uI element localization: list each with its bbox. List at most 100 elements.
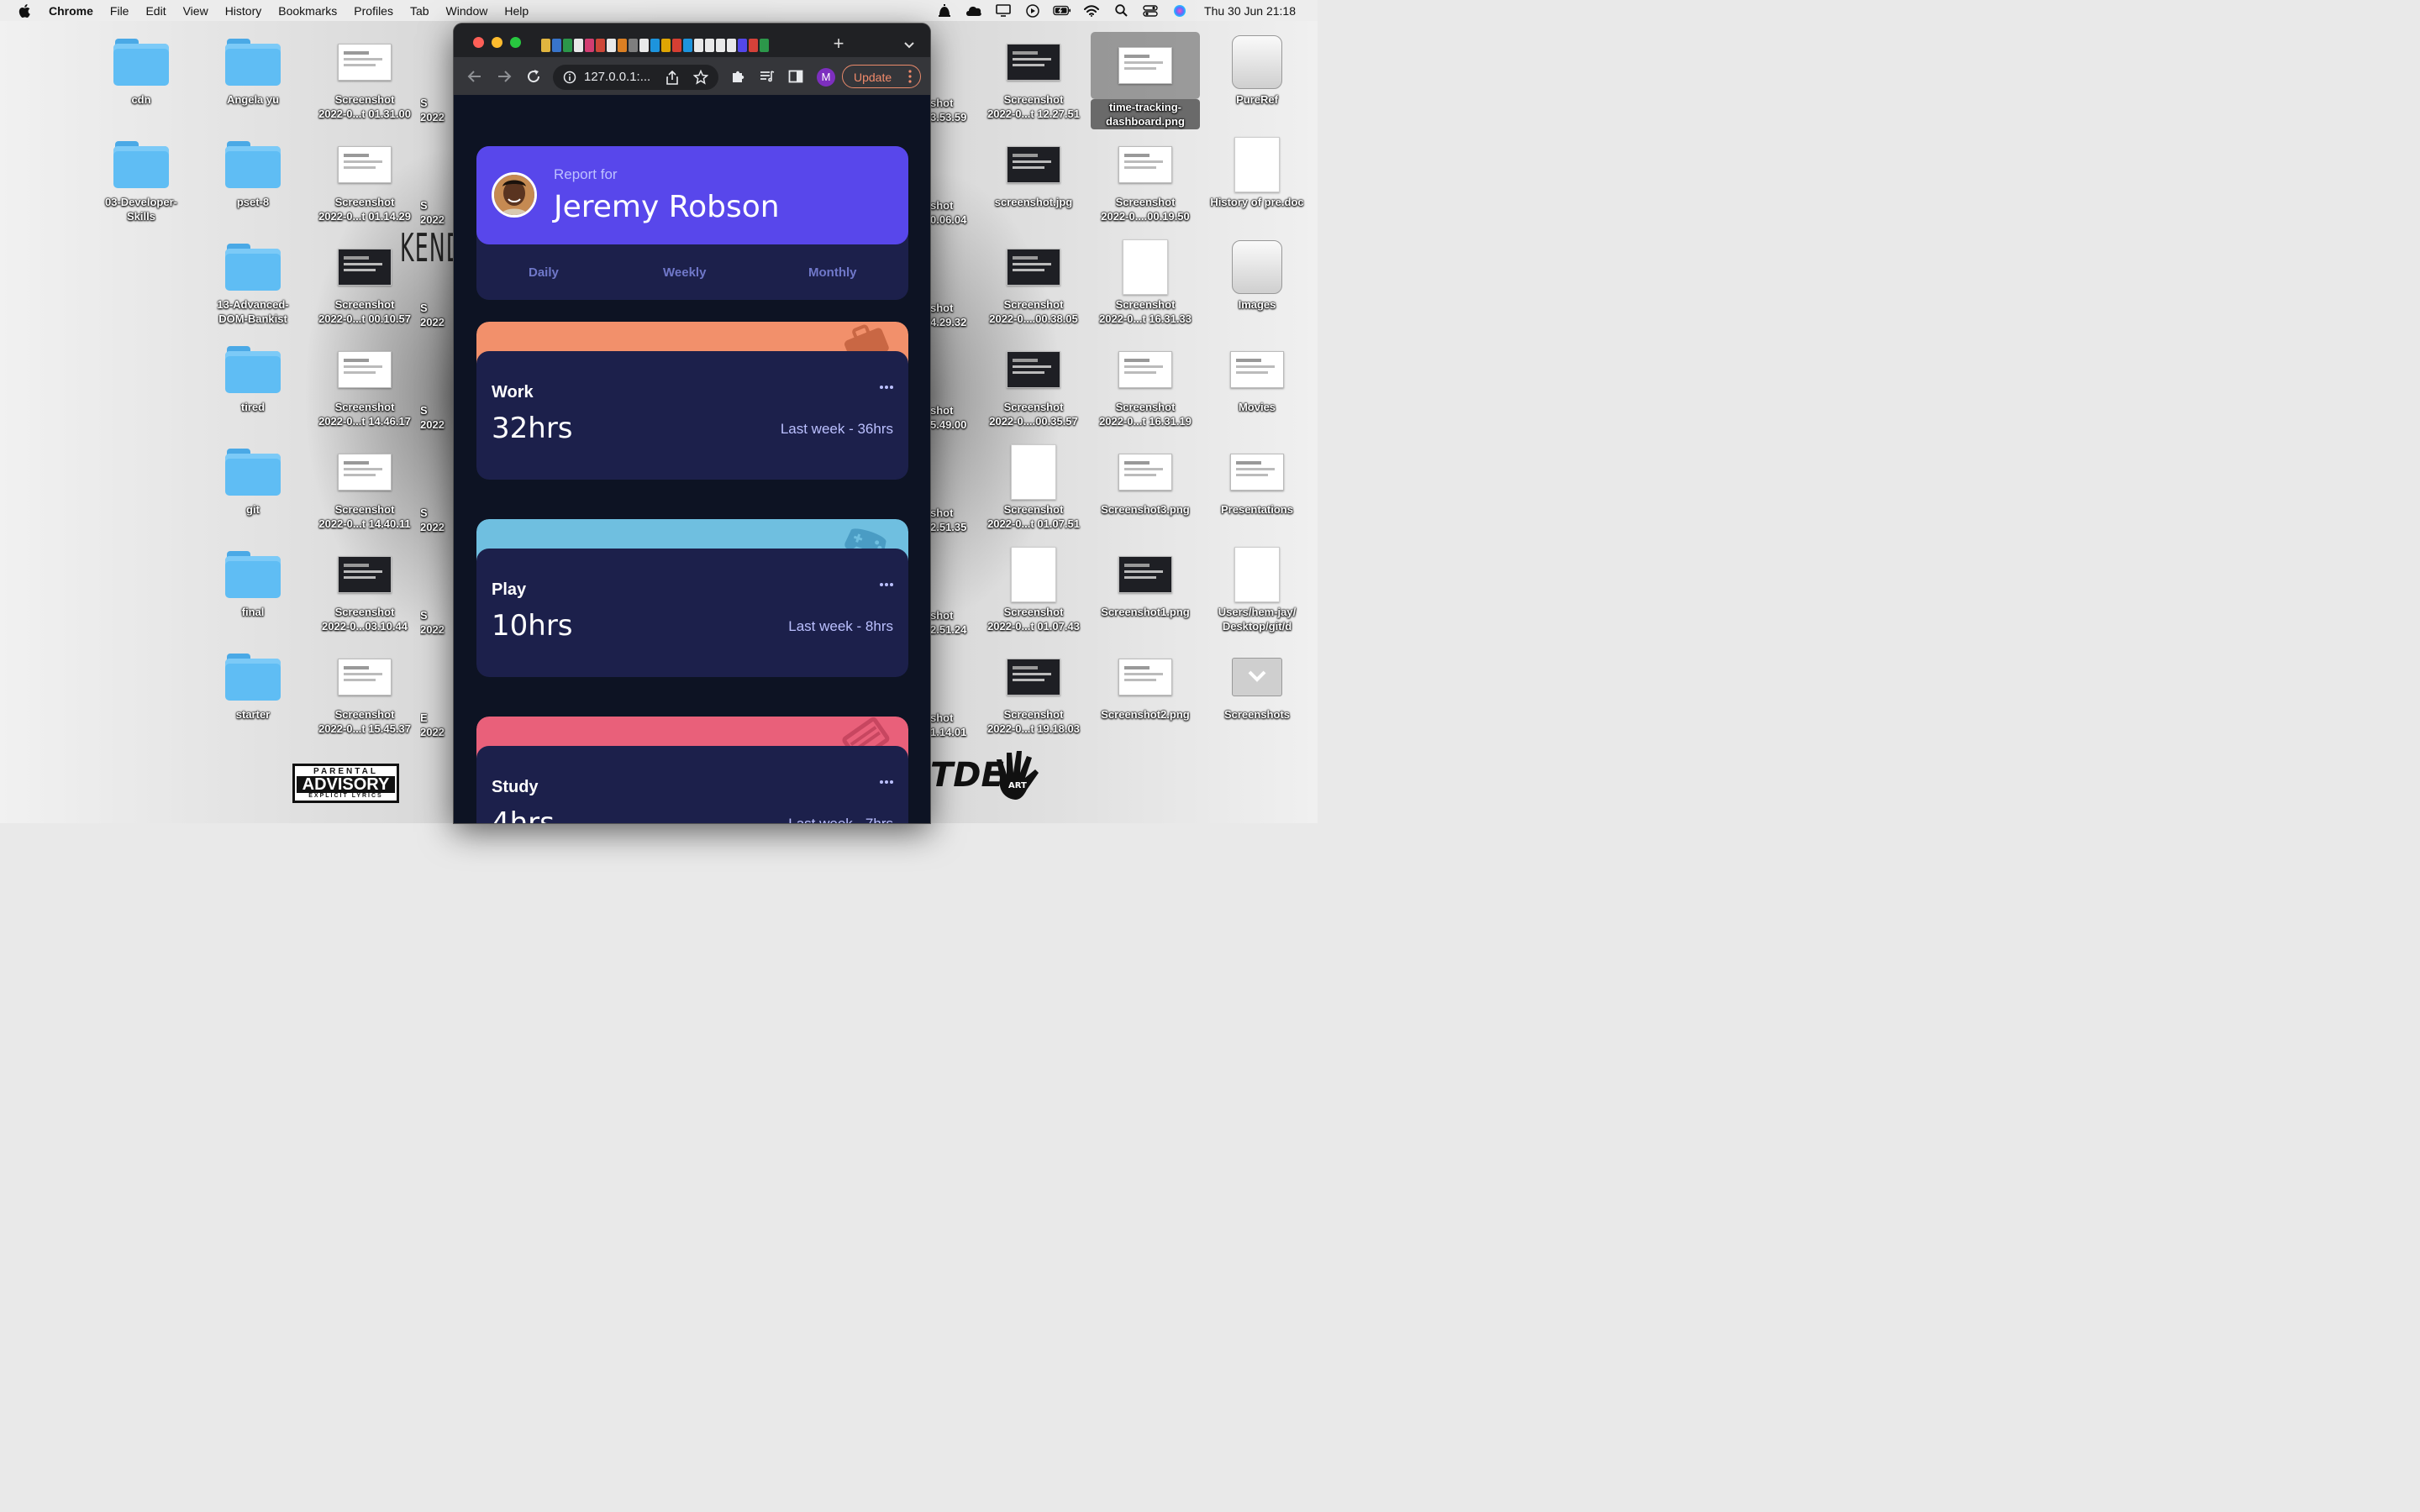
bell-status-icon[interactable]	[935, 3, 954, 18]
work-card-body[interactable]: Work 32hrs Last week - 36hrs	[476, 351, 908, 480]
partially-hidden-desktop-item[interactable]: S 2022	[420, 198, 454, 227]
desktop-item[interactable]: Presentations	[1202, 442, 1312, 517]
partially-hidden-desktop-item[interactable]: S 2022	[420, 301, 454, 329]
desktop-item[interactable]: Movies	[1202, 339, 1312, 414]
menu-app-name[interactable]: Chrome	[49, 4, 93, 18]
play-card-body[interactable]: Play 10hrs Last week - 8hrs	[476, 549, 908, 677]
browser-tab[interactable]	[585, 39, 594, 52]
partially-hidden-desktop-item[interactable]: S 2022	[420, 608, 454, 637]
browser-tab[interactable]	[661, 39, 671, 52]
more-vertical-icon[interactable]	[908, 69, 912, 84]
menu-file[interactable]: File	[110, 4, 129, 18]
apple-logo-icon[interactable]	[18, 3, 30, 18]
browser-tab[interactable]	[749, 39, 758, 52]
desktop-item[interactable]: PureRef	[1202, 32, 1312, 107]
period-monthly-button[interactable]: Monthly	[808, 265, 857, 280]
menu-view[interactable]: View	[183, 4, 208, 18]
partially-hidden-desktop-item[interactable]: shot 2.51.35	[930, 506, 974, 534]
extensions-puzzle-icon[interactable]	[730, 69, 745, 84]
desktop-item[interactable]: Screenshot 2022-0...t 01.07.51	[979, 442, 1088, 531]
search-icon[interactable]	[1112, 3, 1130, 18]
ellipsis-icon[interactable]	[880, 385, 893, 390]
desktop-item[interactable]: Screenshots	[1202, 647, 1312, 722]
partially-hidden-desktop-item[interactable]: shot 4.29.32	[930, 301, 974, 329]
partially-hidden-desktop-item[interactable]: E 2022	[420, 711, 454, 739]
browser-tab[interactable]	[738, 39, 747, 52]
menu-clock[interactable]: Thu 30 Jun 21:18	[1204, 4, 1296, 18]
browser-tab[interactable]	[629, 39, 638, 52]
update-button[interactable]: Update	[842, 65, 921, 88]
desktop-item[interactable]: History of pre.doc	[1202, 134, 1312, 209]
desktop-item[interactable]: Screenshot 2022-0...03.10.44	[310, 544, 419, 633]
browser-tab[interactable]	[563, 39, 572, 52]
desktop-item[interactable]: Images	[1202, 237, 1312, 312]
desktop-item[interactable]: Screenshot 2022-0...t 16.31.19	[1091, 339, 1200, 428]
desktop-item[interactable]: Screenshot 2022-0...t 01.14.29	[310, 134, 419, 223]
desktop-item[interactable]: screenshot.jpg	[979, 134, 1088, 209]
desktop-item[interactable]: Screenshot3.png	[1091, 442, 1200, 517]
menu-profiles[interactable]: Profiles	[354, 4, 393, 18]
desktop-item[interactable]: time-tracking- dashboard.png	[1091, 32, 1200, 129]
desktop-item[interactable]: Screenshot 2022-0....00.35.57	[979, 339, 1088, 428]
partially-hidden-desktop-item[interactable]: S 2022	[420, 96, 454, 124]
partially-hidden-desktop-item[interactable]: shot 1.14.01	[930, 711, 974, 739]
site-info-icon[interactable]	[563, 71, 576, 84]
tab-search-chevron-icon[interactable]	[902, 39, 917, 50]
desktop-item[interactable]: Users/hem-jay/ Desktop/git/d	[1202, 544, 1312, 633]
url-text[interactable]: 127.0.0.1:...	[584, 70, 650, 84]
desktop-item[interactable]: pset-8	[198, 134, 308, 209]
desktop-item[interactable]: git	[198, 442, 308, 517]
forward-arrow-icon[interactable]	[497, 69, 512, 84]
desktop-item[interactable]: Screenshot 2022-0...t 16.31.33	[1091, 237, 1200, 326]
desktop-item[interactable]: cdn	[87, 32, 196, 107]
desktop-item[interactable]: Screenshot1.png	[1091, 544, 1200, 619]
desktop-item[interactable]: Angela yu	[198, 32, 308, 107]
siri-icon[interactable]	[1171, 3, 1189, 18]
desktop-item[interactable]: final	[198, 544, 308, 619]
battery-icon[interactable]	[1053, 3, 1071, 18]
desktop-item[interactable]: Screenshot 2022-0...t 00.10.57	[310, 237, 419, 326]
reload-icon[interactable]	[526, 69, 541, 84]
menu-help[interactable]: Help	[504, 4, 529, 18]
bookmark-star-icon[interactable]	[693, 70, 708, 85]
reading-list-icon[interactable]	[760, 69, 775, 84]
browser-tab[interactable]	[552, 39, 561, 52]
new-tab-button[interactable]: +	[830, 34, 847, 53]
browser-tab[interactable]	[541, 39, 550, 52]
back-arrow-icon[interactable]	[467, 69, 482, 84]
partially-hidden-desktop-item[interactable]: shot 0.06.04	[930, 198, 974, 227]
ellipsis-icon[interactable]	[880, 582, 893, 587]
cloud-icon[interactable]	[965, 3, 983, 18]
browser-tab[interactable]	[639, 39, 649, 52]
maximize-window-button[interactable]	[510, 37, 521, 48]
wifi-icon[interactable]	[1082, 3, 1101, 18]
desktop-item[interactable]: tired	[198, 339, 308, 414]
ellipsis-icon[interactable]	[880, 780, 893, 785]
minimize-window-button[interactable]	[492, 37, 502, 48]
browser-tab[interactable]	[705, 39, 714, 52]
browser-tab[interactable]	[574, 39, 583, 52]
desktop-item[interactable]: Screenshot 2022-0...t 19.18.03	[979, 647, 1088, 736]
desktop-item[interactable]: Screenshot 2022-0...t 01.31.00	[310, 32, 419, 121]
control-center-icon[interactable]	[1141, 3, 1160, 18]
period-daily-button[interactable]: Daily	[529, 265, 559, 280]
partially-hidden-desktop-item[interactable]: shot 3.53.59	[930, 96, 974, 124]
browser-tab[interactable]	[683, 39, 692, 52]
desktop-item[interactable]: Screenshot 2022-0...t 12.27.51	[979, 32, 1088, 121]
partially-hidden-desktop-item[interactable]: S 2022	[420, 506, 454, 534]
study-card-body[interactable]: Study 4hrs Last week - 7hrs	[476, 746, 908, 823]
menu-history[interactable]: History	[225, 4, 262, 18]
partially-hidden-desktop-item[interactable]: shot 2.51.24	[930, 608, 974, 637]
menu-window[interactable]: Window	[446, 4, 488, 18]
menu-bookmarks[interactable]: Bookmarks	[278, 4, 337, 18]
desktop-item[interactable]: 03-Developer- Skills	[87, 134, 196, 223]
browser-tab[interactable]	[618, 39, 627, 52]
side-panel-icon[interactable]	[788, 69, 803, 84]
desktop-item[interactable]: Screenshot 2022-0...t 01.07.43	[979, 544, 1088, 633]
address-bar[interactable]: 127.0.0.1:...	[553, 65, 718, 90]
browser-tab[interactable]	[716, 39, 725, 52]
desktop-item[interactable]: Screenshot 2022-0....00.19.50	[1091, 134, 1200, 223]
share-icon[interactable]	[666, 71, 679, 85]
desktop-item[interactable]: Screenshot 2022-0...t 15.45.37	[310, 647, 419, 736]
browser-tab[interactable]	[607, 39, 616, 52]
